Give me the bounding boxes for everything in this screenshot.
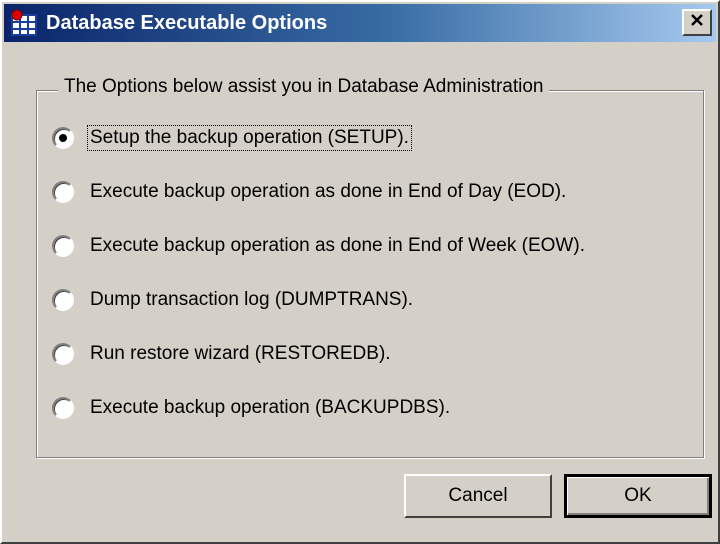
option-restoredb[interactable]: Run restore wizard (RESTOREDB). bbox=[52, 340, 393, 368]
radio-restoredb[interactable] bbox=[52, 343, 74, 365]
cancel-button[interactable]: Cancel bbox=[404, 474, 552, 518]
option-label: Dump transaction log (DUMPTRANS). bbox=[90, 289, 414, 310]
ok-button[interactable]: OK bbox=[564, 474, 712, 518]
option-eow[interactable]: Execute backup operation as done in End … bbox=[52, 232, 587, 260]
radio-eow[interactable] bbox=[52, 235, 74, 257]
option-label: Execute backup operation as done in End … bbox=[90, 235, 585, 256]
close-icon bbox=[690, 13, 704, 32]
radio-dumptrans[interactable] bbox=[52, 289, 74, 311]
radio-setup[interactable] bbox=[52, 127, 74, 149]
option-label: Run restore wizard (RESTOREDB). bbox=[90, 343, 391, 364]
grid-app-icon bbox=[10, 9, 38, 37]
close-button[interactable] bbox=[682, 9, 712, 36]
title-bar[interactable]: Database Executable Options bbox=[4, 4, 716, 42]
window-title: Database Executable Options bbox=[46, 11, 328, 34]
option-dumptrans[interactable]: Dump transaction log (DUMPTRANS). bbox=[52, 286, 415, 314]
option-label: Setup the backup operation (SETUP). bbox=[87, 125, 412, 151]
option-label: Execute backup operation as done in End … bbox=[90, 181, 567, 202]
option-setup[interactable]: Setup the backup operation (SETUP). bbox=[52, 124, 412, 152]
groupbox-legend: The Options below assist you in Database… bbox=[58, 76, 550, 98]
option-label: Execute backup operation (BACKUPDBS). bbox=[90, 397, 451, 418]
option-eod[interactable]: Execute backup operation as done in End … bbox=[52, 178, 568, 206]
radio-backupdbs[interactable] bbox=[52, 397, 74, 419]
option-backupdbs[interactable]: Execute backup operation (BACKUPDBS). bbox=[52, 394, 452, 422]
dialog-window: Database Executable Options The Options … bbox=[0, 0, 720, 544]
radio-eod[interactable] bbox=[52, 181, 74, 203]
